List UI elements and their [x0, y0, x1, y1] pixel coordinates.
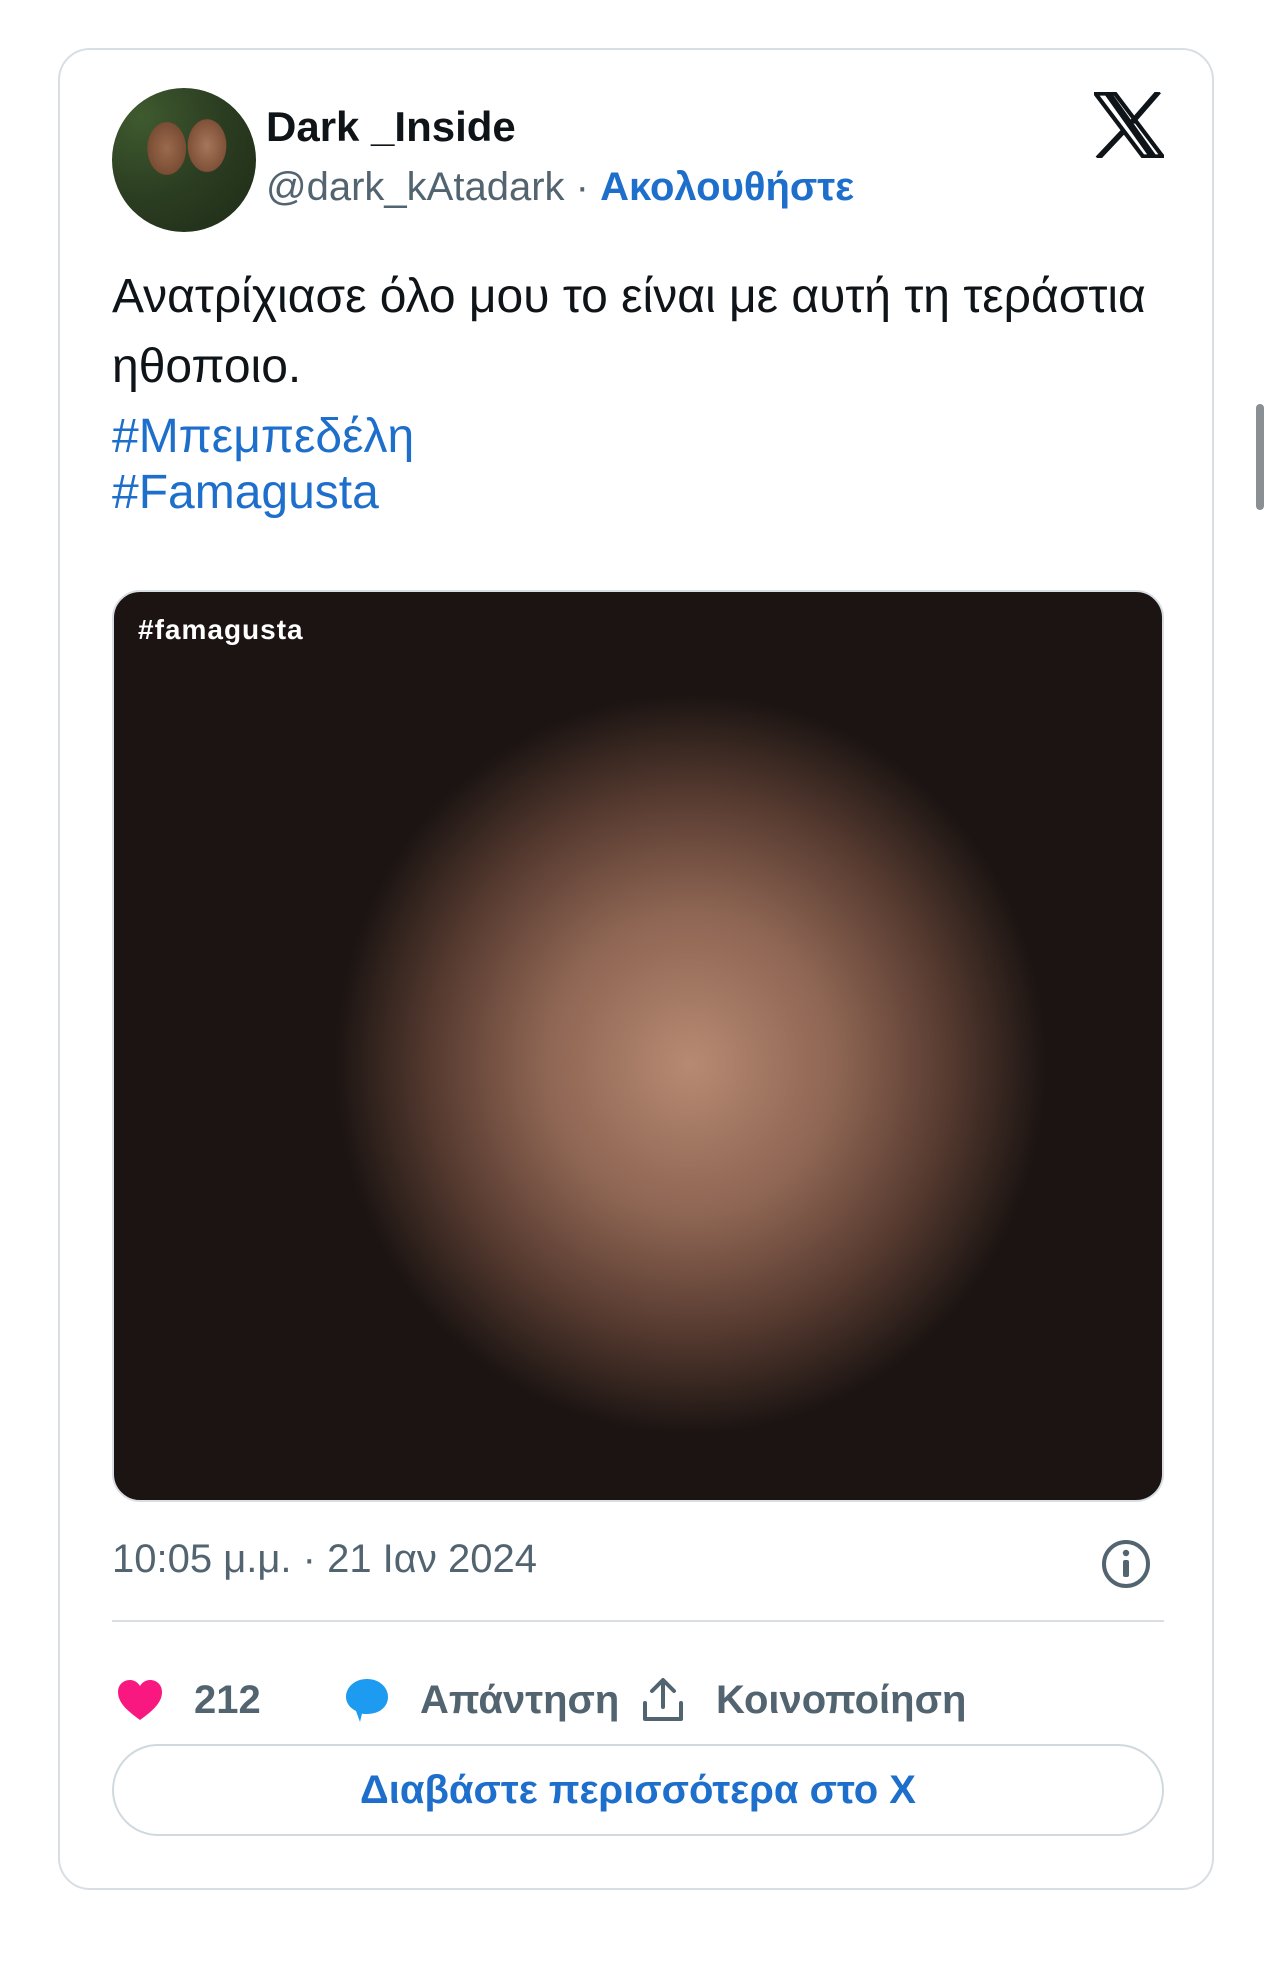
- tweet-text-block: Ανατρίχιασε όλο μου το είναι με αυτή τη …: [112, 262, 1172, 528]
- scrollbar[interactable]: [1256, 404, 1264, 510]
- tweet-body: Ανατρίχιασε όλο μου το είναι με αυτή τη …: [112, 270, 1146, 393]
- tweet-card: Dark _Inside @dark_kAtadark · Ακολουθήστ…: [58, 48, 1214, 1890]
- like-count: 212: [194, 1677, 261, 1722]
- share-label: Κοινοποίηση: [716, 1677, 967, 1722]
- author-handle-row: @dark_kAtadark · Ακολουθήστε: [266, 162, 854, 212]
- tweet-timestamp[interactable]: 10:05 μ.μ. · 21 Ιαν 2024: [112, 1534, 537, 1584]
- reply-label: Απάντηση: [420, 1677, 620, 1722]
- info-icon[interactable]: [1100, 1538, 1152, 1590]
- follow-button[interactable]: Ακολουθήστε: [600, 165, 854, 209]
- author-avatar[interactable]: [112, 88, 256, 232]
- like-button[interactable]: 212: [116, 1668, 261, 1732]
- x-logo-icon[interactable]: [1094, 92, 1164, 158]
- author-handle[interactable]: @dark_kAtadark: [266, 165, 565, 209]
- author-name[interactable]: Dark _Inside: [266, 102, 516, 152]
- read-more-button[interactable]: Διαβάστε περισσότερα στο X: [112, 1744, 1164, 1836]
- reply-bubble-icon: [346, 1679, 388, 1722]
- reply-button[interactable]: Απάντηση: [344, 1668, 619, 1732]
- handle-separator: ·: [575, 165, 589, 209]
- media-overlay-tag: #famagusta: [138, 614, 304, 645]
- share-button[interactable]: Κοινοποίηση: [640, 1668, 966, 1732]
- tweet-media[interactable]: #famagusta: [112, 590, 1164, 1502]
- tweet-actions: 212 Απάντηση Κοινοποίηση: [112, 1668, 1164, 1732]
- heart-icon: [118, 1680, 162, 1720]
- share-icon: [643, 1678, 683, 1721]
- hashtag-link[interactable]: #Famagusta: [112, 458, 1172, 528]
- divider: [112, 1620, 1164, 1622]
